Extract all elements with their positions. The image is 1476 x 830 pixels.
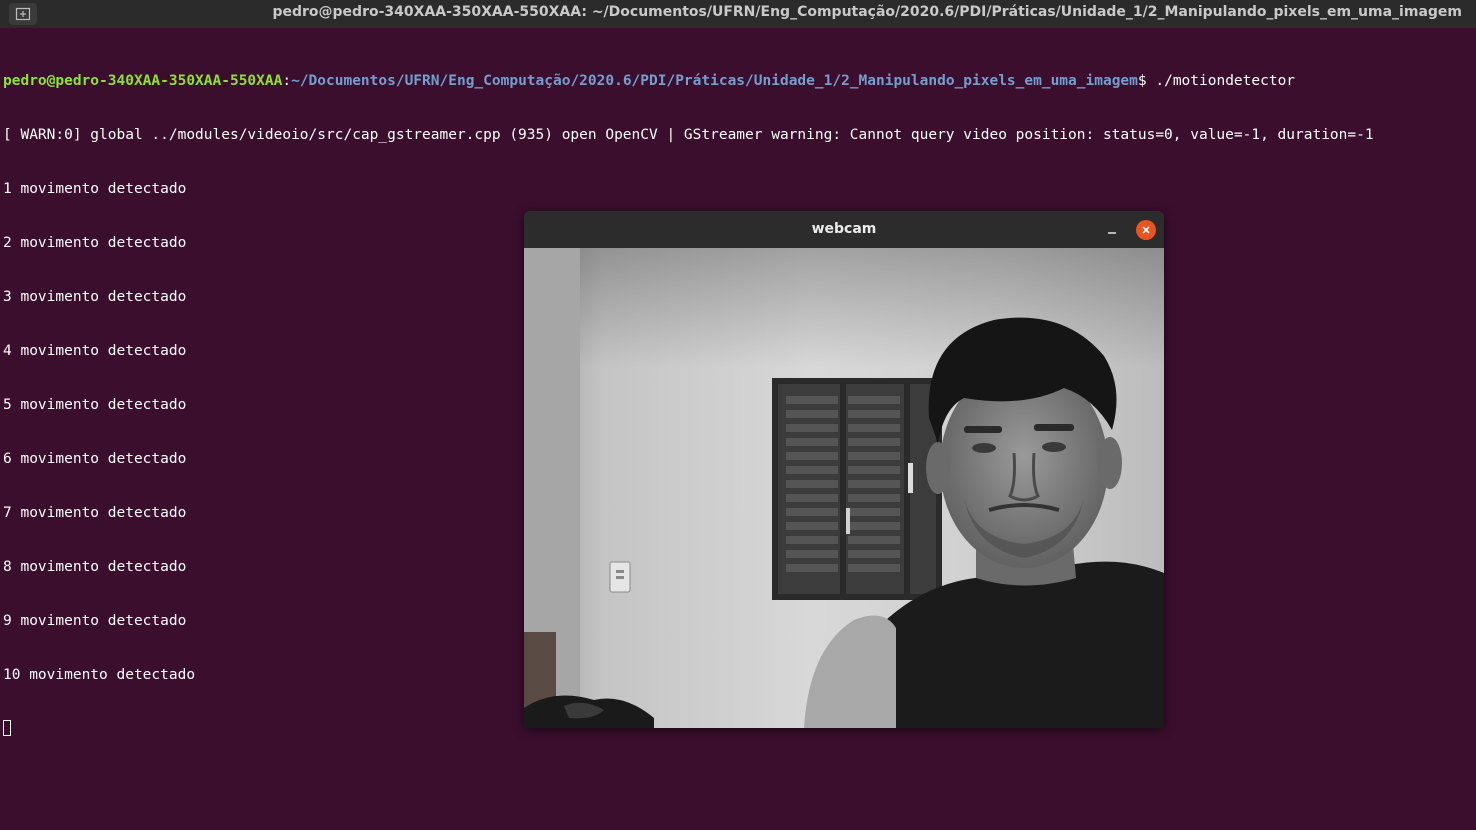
minimize-button[interactable] [1102,220,1122,240]
warning-line: [ WARN:0] global ../modules/videoio/src/… [3,127,1374,143]
terminal-title: pedro@pedro-340XAA-350XAA-550XAA: ~/Docu… [272,4,1462,20]
prompt-user: pedro@pedro-340XAA-350XAA-550XAA [3,73,283,89]
webcam-window: webcam [524,211,1164,728]
minimize-icon [1108,232,1116,234]
prompt-symbol: $ [1137,73,1156,89]
webcam-video-frame [524,248,1164,728]
webcam-title: webcam [811,221,877,237]
webcam-titlebar[interactable]: webcam [524,211,1164,249]
close-icon [1142,226,1150,234]
prompt-separator: : [282,73,292,89]
command-text: ./motiondetector [1155,73,1296,89]
new-tab-icon [15,7,31,21]
webcam-image [524,248,1164,728]
terminal-cursor [3,720,11,736]
prompt-path: ~/Documentos/UFRN/Eng_Computação/2020.6/… [291,73,1138,89]
new-tab-button[interactable] [9,3,37,25]
prompt-line: pedro@pedro-340XAA-350XAA-550XAA:~/Docum… [3,72,1473,90]
output-line: 1 movimento detectado [3,181,187,197]
terminal-titlebar[interactable]: pedro@pedro-340XAA-350XAA-550XAA: ~/Docu… [0,0,1476,28]
terminal-window: pedro@pedro-340XAA-350XAA-550XAA: ~/Docu… [0,0,1476,830]
close-button[interactable] [1136,220,1156,240]
